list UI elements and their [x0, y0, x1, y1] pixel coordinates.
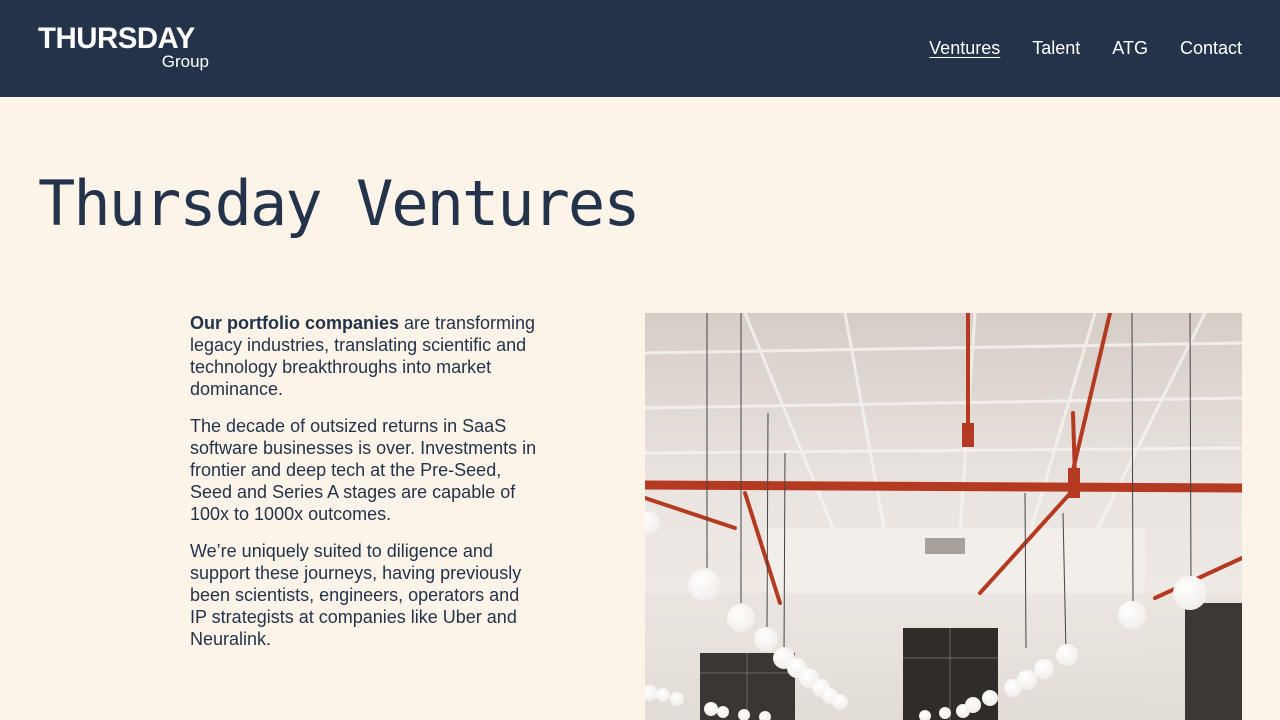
- nav-contact-link[interactable]: Contact: [1180, 36, 1242, 60]
- intro-paragraph-1: Our portfolio companies are transforming…: [190, 312, 540, 400]
- nav-ventures-link[interactable]: Ventures: [929, 36, 1000, 60]
- nav-talent-link[interactable]: Talent: [1032, 36, 1080, 60]
- intro-paragraph-1-bold: Our portfolio companies: [190, 313, 400, 333]
- logo-wordmark: THURSDAY: [38, 22, 195, 55]
- logo-subtitle: Group: [161, 52, 209, 71]
- intro-copy: Our portfolio companies are transforming…: [190, 312, 540, 665]
- office-light-bulbs-image: [645, 313, 1242, 720]
- nav-atg-link[interactable]: ATG: [1112, 36, 1148, 60]
- intro-paragraph-2: The decade of outsized returns in SaaS s…: [190, 416, 537, 524]
- page-title: Thursday Ventures: [38, 167, 641, 240]
- main-nav: Ventures Talent ATG Contact: [929, 36, 1242, 60]
- office-photo-illustration: [645, 313, 1242, 720]
- thursday-group-logo[interactable]: THURSDAY Group: [38, 24, 213, 74]
- intro-paragraph-3: We’re uniquely suited to diligence and s…: [190, 541, 522, 649]
- site-header: THURSDAY Group Ventures Talent ATG Conta…: [0, 0, 1280, 97]
